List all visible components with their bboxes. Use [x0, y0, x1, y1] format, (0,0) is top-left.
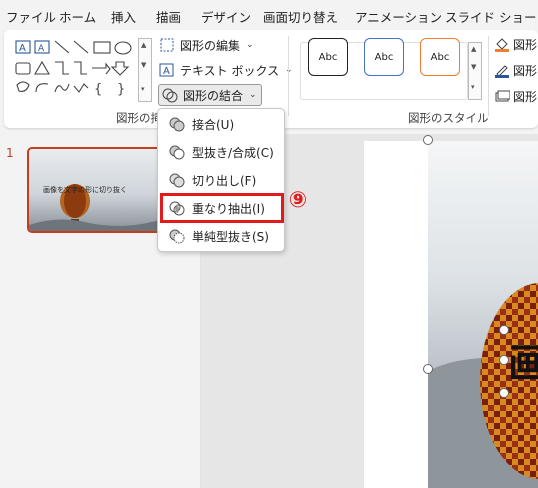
slide-area[interactable]	[364, 141, 428, 488]
shapes-gallery[interactable]: A A { }	[14, 38, 144, 102]
edit-shape-button[interactable]: 図形の編集 ⌄	[158, 34, 254, 56]
merge-shapes-label: 図形の結合	[183, 88, 244, 103]
union-icon	[168, 115, 186, 133]
menu-item-combine[interactable]: 型抜き/合成(C)	[164, 141, 280, 163]
style-sample-2[interactable]: Abc	[364, 38, 404, 76]
svg-text:A: A	[38, 44, 45, 54]
chevron-down-icon: ⌄	[246, 40, 254, 50]
shape-icons[interactable]: A A { }	[14, 38, 144, 102]
tab-animations[interactable]: アニメーション	[355, 7, 442, 26]
paint-bucket-icon	[495, 38, 509, 52]
intersect-icon	[168, 199, 186, 217]
textbox-icon: A	[158, 61, 176, 79]
resize-handle[interactable]	[423, 135, 433, 145]
shape-fill-label: 図形	[513, 37, 538, 52]
menu-item-label: 切り出し(F)	[192, 173, 257, 188]
svg-text:A: A	[19, 43, 26, 54]
pen-icon	[495, 65, 509, 78]
merge-shapes-menu: 接合(U) 型抜き/合成(C) 切り出し(F) 重なり抽出(I) 単純型抜き(S…	[157, 108, 285, 252]
menu-bar: ファイル ホーム 挿入 描画 デザイン 画面切り替え アニメーション スライド …	[0, 0, 538, 28]
tab-draw[interactable]: 描画	[156, 7, 181, 26]
slide-text: 画	[508, 341, 538, 387]
tab-file[interactable]: ファイル	[6, 7, 56, 26]
tab-slideshow[interactable]: スライド ショー	[445, 7, 536, 26]
shape-effects-label: 図形	[513, 89, 538, 104]
group-divider	[288, 36, 289, 116]
style-gallery-scroll[interactable]: ▲ ▼ ▾	[468, 42, 482, 100]
menu-item-fragment[interactable]: 切り出し(F)	[164, 169, 280, 191]
style-sample-1[interactable]: Abc	[308, 38, 348, 76]
resize-handle[interactable]	[499, 355, 509, 365]
menu-item-label: 単純型抜き(S)	[192, 229, 269, 244]
fragment-icon	[168, 171, 186, 189]
shape-effects-button[interactable]: 図形	[494, 86, 537, 106]
tab-transitions[interactable]: 画面切り替え	[263, 7, 338, 26]
tab-design[interactable]: デザイン	[201, 7, 251, 26]
svg-text:{: {	[94, 82, 102, 97]
balloon-image: 画	[428, 283, 538, 488]
textbox-button[interactable]: A テキスト ボックス ⌄	[158, 59, 293, 81]
group-divider	[488, 36, 489, 116]
menu-item-label: 接合(U)	[192, 117, 235, 132]
merge-shapes-icon	[161, 86, 179, 104]
edit-shape-icon	[158, 36, 176, 54]
edit-shape-label: 図形の編集	[180, 38, 241, 53]
slide-number: 1	[6, 146, 14, 160]
resize-handle[interactable]	[499, 388, 509, 398]
svg-text:}: }	[117, 82, 125, 97]
style-sample-3[interactable]: Abc	[420, 38, 460, 76]
chevron-down-icon: ⌄	[249, 90, 257, 100]
shape-fill-button[interactable]: 図形	[494, 34, 537, 54]
menu-item-intersect[interactable]: 重なり抽出(I)	[160, 193, 284, 223]
menu-item-label: 重なり抽出(I)	[192, 201, 265, 216]
shape-outline-button[interactable]: 図形	[494, 60, 537, 80]
thumbnail-text: 画像を文字の形に切り抜く	[43, 186, 127, 194]
shape-outline-label: 図形	[513, 63, 538, 78]
tab-insert[interactable]: 挿入	[111, 7, 136, 26]
resize-handle[interactable]	[423, 364, 433, 374]
slide-thumbnail[interactable]: 画像を文字の形に切り抜く	[27, 147, 167, 233]
svg-text:A: A	[163, 66, 170, 77]
resize-handle[interactable]	[499, 325, 509, 335]
merge-shapes-button[interactable]: 図形の結合 ⌄	[158, 84, 262, 106]
effects-icon	[495, 90, 510, 102]
menu-item-subtract[interactable]: 単純型抜き(S)	[164, 225, 280, 247]
slide-photo[interactable]: 画	[428, 141, 538, 488]
menu-item-label: 型抜き/合成(C)	[192, 145, 274, 160]
subtract-icon	[168, 227, 186, 245]
menu-item-union[interactable]: 接合(U)	[164, 113, 280, 135]
tab-home[interactable]: ホーム	[59, 7, 96, 26]
shape-styles-group-label: 図形のスタイル	[408, 111, 489, 125]
gallery-scroll[interactable]: ▲ ▼ ▾	[138, 38, 152, 102]
combine-icon	[168, 143, 186, 161]
textbox-label: テキスト ボックス	[180, 63, 280, 78]
step-number-annotation: ⑨	[288, 187, 308, 213]
